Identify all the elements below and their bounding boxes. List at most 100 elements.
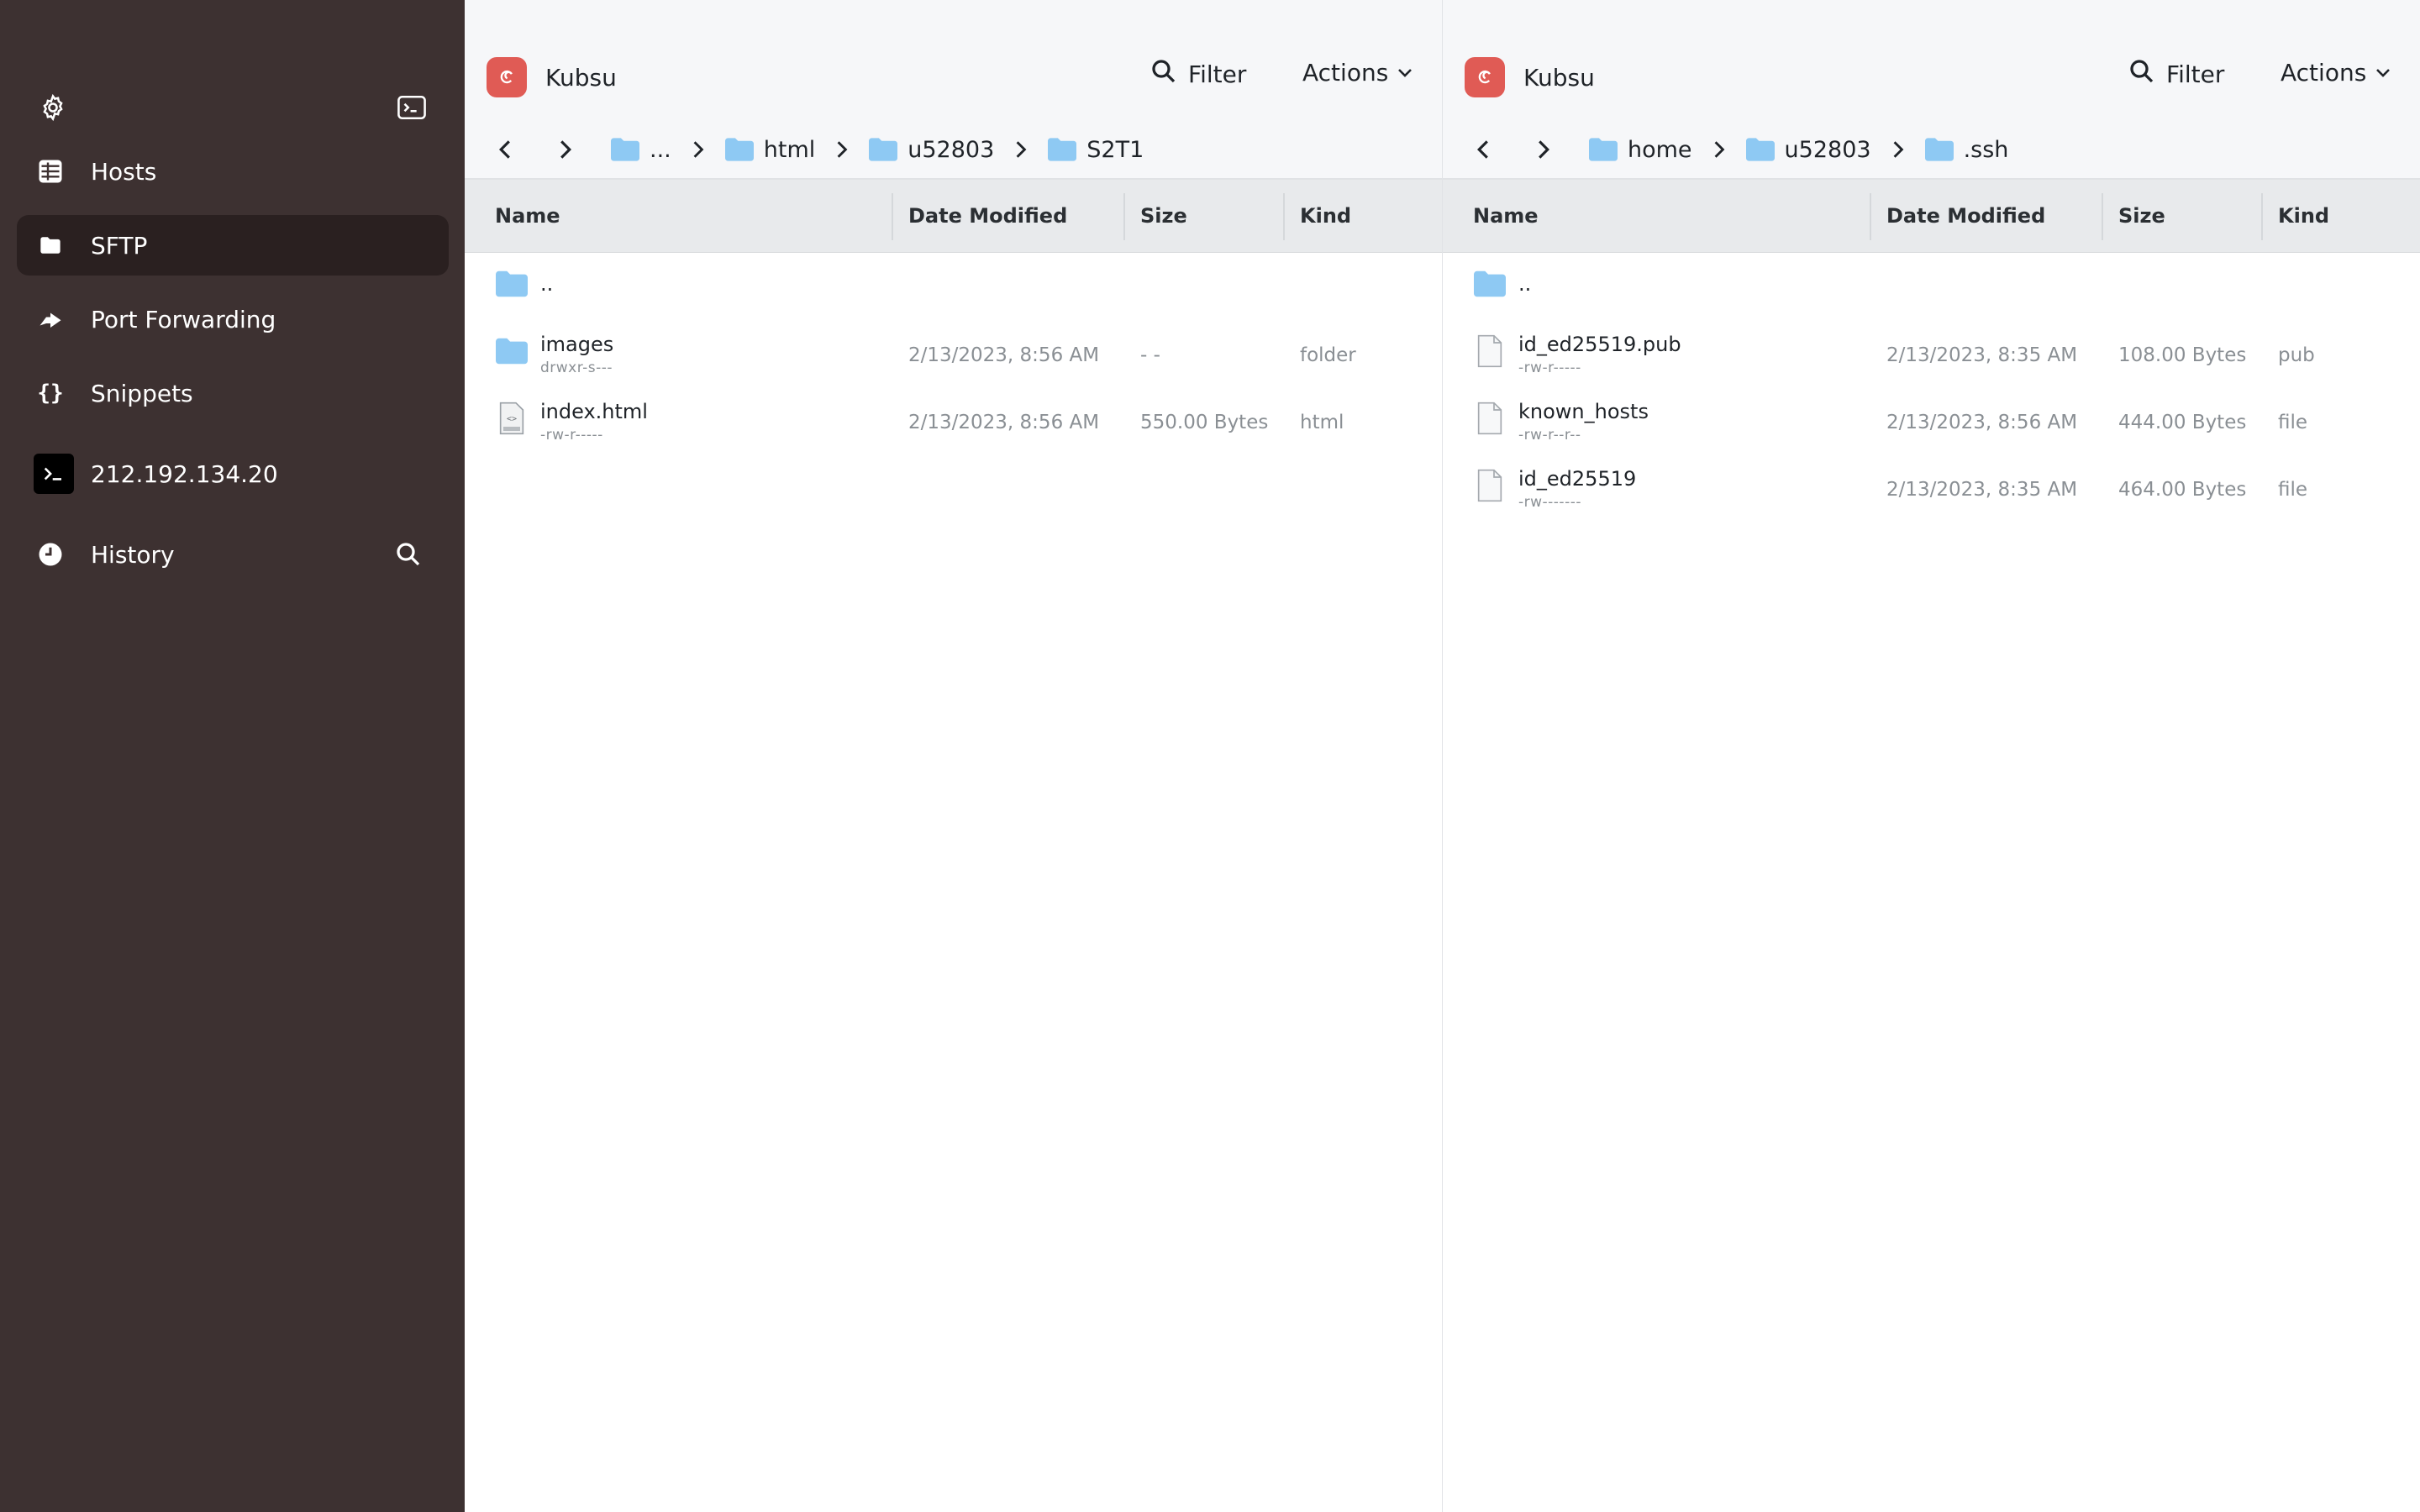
column-header-kind[interactable]: Kind — [1300, 180, 1351, 252]
sidebar-item-session[interactable]: 212.192.134.20 — [17, 444, 449, 504]
file-kind: html — [1300, 412, 1344, 433]
sidebar-item-port-forwarding[interactable]: Port Forwarding — [17, 289, 449, 349]
chevron-right-icon — [1009, 134, 1033, 165]
breadcrumb-label: .ssh — [1963, 136, 2009, 163]
chevron-down-icon — [2375, 67, 2391, 79]
right-file-pane: Kubsu Filter Actions home u52803 .ssh Na… — [1443, 0, 2420, 1512]
table-row[interactable]: id_ed25519.pub -rw-r----- 2/13/2023, 8:3… — [1443, 321, 2420, 388]
file-size: 464.00 Bytes — [2118, 479, 2247, 501]
file-name: .. — [540, 272, 554, 296]
column-divider[interactable] — [2261, 193, 2263, 240]
column-header-date[interactable]: Date Modified — [1886, 180, 2045, 252]
sidebar-item-history[interactable]: History — [17, 524, 449, 585]
actions-dropdown[interactable]: Actions — [2281, 59, 2391, 87]
table-header: Name Date Modified Size Kind — [1443, 180, 2420, 253]
back-arrow-icon[interactable] — [490, 134, 520, 165]
clock-icon — [35, 539, 66, 570]
date-modified: 2/13/2023, 8:56 AM — [1886, 412, 2078, 433]
search-icon[interactable] — [393, 539, 424, 570]
file-kind: file — [2278, 412, 2308, 433]
file-permissions: -rw-r--r-- — [1518, 427, 1581, 444]
file-permissions: -rw------- — [1518, 494, 1581, 511]
host-name: Kubsu — [1523, 63, 1595, 92]
breadcrumb-label: u52803 — [1784, 136, 1871, 163]
braces-icon: {} — [37, 381, 64, 406]
folder-icon — [869, 138, 898, 161]
file-kind: file — [2278, 479, 2308, 501]
date-modified: 2/13/2023, 8:56 AM — [908, 344, 1100, 366]
folder-icon — [611, 138, 639, 161]
folder-icon — [1589, 138, 1618, 161]
file-size: - - — [1140, 344, 1160, 366]
chevron-right-icon — [1707, 134, 1731, 165]
file-permissions: -rw-r----- — [540, 427, 603, 444]
sidebar-item-snippets[interactable]: {} Snippets — [17, 363, 449, 423]
breadcrumb: home u52803 .ssh — [1468, 133, 2008, 166]
sidebar-item-label: SFTP — [91, 231, 148, 260]
file-name: id_ed25519.pub — [1518, 333, 1681, 356]
table-row[interactable]: .. — [465, 254, 1442, 321]
file-size: 108.00 Bytes — [2118, 344, 2247, 366]
folder-icon — [495, 267, 529, 301]
table-row[interactable]: images drwxr-s--- 2/13/2023, 8:56 AM - -… — [465, 321, 1442, 388]
sidebar-item-sftp[interactable]: SFTP — [17, 215, 449, 276]
folder-icon — [1048, 138, 1077, 161]
column-divider[interactable] — [1870, 193, 1871, 240]
svg-text:<>: <> — [507, 414, 517, 423]
table-row[interactable]: <> index.html -rw-r----- 2/13/2023, 8:56… — [465, 388, 1442, 455]
port-forwarding-icon — [35, 304, 66, 334]
folder-icon — [1924, 138, 1954, 161]
breadcrumb-item[interactable]: ... — [611, 137, 671, 163]
column-divider[interactable] — [2102, 193, 2103, 240]
breadcrumb-item[interactable]: u52803 — [1745, 136, 1871, 163]
forward-arrow-icon[interactable] — [1528, 134, 1559, 165]
column-header-name[interactable]: Name — [1473, 180, 1539, 252]
folder-icon — [724, 138, 754, 161]
filter-button[interactable]: Filter — [1151, 59, 1246, 90]
debian-logo-icon — [1465, 57, 1505, 97]
table-row[interactable]: id_ed25519 -rw------- 2/13/2023, 8:35 AM… — [1443, 455, 2420, 522]
column-divider[interactable] — [1283, 193, 1285, 240]
folder-icon — [1473, 267, 1507, 301]
breadcrumb-item[interactable]: S2T1 — [1048, 137, 1144, 163]
breadcrumb-item[interactable]: u52803 — [869, 137, 994, 163]
file-name: known_hosts — [1518, 400, 1649, 423]
chevron-right-icon — [687, 134, 710, 165]
column-divider[interactable] — [892, 193, 893, 240]
filter-button[interactable]: Filter — [2129, 59, 2224, 90]
breadcrumb-item[interactable]: .ssh — [1924, 136, 2009, 163]
breadcrumb-label: home — [1628, 136, 1692, 163]
column-header-date[interactable]: Date Modified — [908, 180, 1067, 252]
chevron-down-icon — [1397, 67, 1413, 79]
column-header-size[interactable]: Size — [1140, 180, 1187, 252]
file-name: images — [540, 333, 614, 356]
actions-label: Actions — [1302, 59, 1389, 87]
file-kind: folder — [1300, 344, 1356, 366]
breadcrumb-item[interactable]: home — [1589, 137, 1692, 163]
table-row[interactable]: known_hosts -rw-r--r-- 2/13/2023, 8:56 A… — [1443, 388, 2420, 455]
terminal-window-icon[interactable] — [397, 92, 427, 123]
column-header-size[interactable]: Size — [2118, 180, 2165, 252]
actions-dropdown[interactable]: Actions — [1302, 59, 1413, 87]
table-row[interactable]: .. — [1443, 254, 2420, 321]
host-selector[interactable]: Kubsu — [487, 55, 617, 99]
sidebar-item-label: 212.192.134.20 — [91, 459, 278, 488]
table-header: Name Date Modified Size Kind — [465, 180, 1442, 253]
file-size: 550.00 Bytes — [1140, 412, 1269, 433]
breadcrumb-item[interactable]: html — [724, 136, 816, 163]
pane-toolbar: Kubsu Filter Actions ... html u52803 S2T… — [465, 0, 1442, 180]
column-divider[interactable] — [1123, 193, 1125, 240]
breadcrumb-label: u52803 — [908, 136, 995, 163]
column-header-kind[interactable]: Kind — [2278, 180, 2329, 252]
date-modified: 2/13/2023, 8:56 AM — [908, 412, 1100, 433]
html-file-icon: <> — [495, 402, 529, 435]
back-arrow-icon[interactable] — [1468, 134, 1498, 165]
folder-icon — [495, 334, 529, 368]
host-selector[interactable]: Kubsu — [1465, 55, 1595, 99]
forward-arrow-icon[interactable] — [550, 134, 581, 165]
sidebar-item-hosts[interactable]: Hosts — [17, 141, 449, 202]
column-header-name[interactable]: Name — [495, 180, 560, 252]
sidebar-item-label: Port Forwarding — [91, 305, 276, 333]
settings-gear-icon[interactable] — [38, 92, 68, 123]
breadcrumb-label: html — [763, 136, 816, 163]
